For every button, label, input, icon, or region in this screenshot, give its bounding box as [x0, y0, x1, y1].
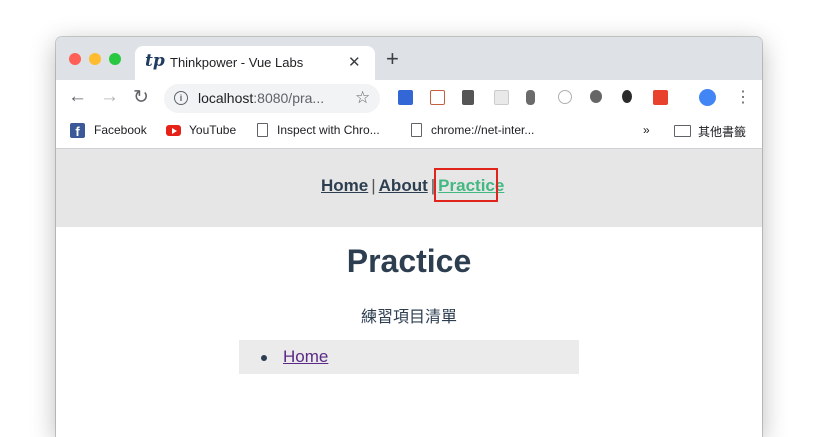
bookmark-other-folder[interactable]: 其他書籤: [698, 123, 746, 140]
nav-link-about[interactable]: About: [379, 176, 428, 195]
active-tab[interactable]: tp Thinkpower - Vue Labs ✕: [135, 46, 375, 80]
extension-calendar-icon[interactable]: [398, 90, 413, 105]
bookmark-net-internals[interactable]: chrome://net-inter...: [431, 123, 534, 137]
back-icon[interactable]: ←: [68, 86, 87, 108]
list-bullet: [261, 355, 267, 361]
minimize-window-button[interactable]: [89, 53, 101, 65]
page-subtitle: 練習項目清單: [360, 309, 457, 326]
extension-notes-icon[interactable]: [430, 90, 445, 105]
extension-grey-icon[interactable]: [494, 90, 509, 105]
youtube-icon: [166, 125, 181, 136]
highlight-box: [434, 168, 498, 202]
url-text[interactable]: localhost:8080/pra...: [198, 90, 324, 106]
forward-icon[interactable]: →: [100, 86, 119, 108]
browser-toolbar: ← → ↻ i localhost:8080/pra... ☆ ⋮: [56, 80, 762, 117]
site-nav: Home | About | Practice: [56, 149, 762, 227]
browser-window: tp Thinkpower - Vue Labs ✕ + ← → ↻ i loc…: [56, 37, 762, 437]
url-host: localhost: [198, 90, 254, 106]
page-icon: [411, 123, 422, 137]
facebook-icon: f: [70, 123, 85, 139]
extension-target-icon[interactable]: [558, 90, 572, 104]
bookmarks-bar: f Facebook YouTube Inspect with Chro... …: [56, 117, 762, 149]
practice-list: Home: [239, 340, 579, 374]
extension-eyedropper-icon[interactable]: [526, 90, 535, 105]
extension-columns-icon[interactable]: [462, 90, 474, 105]
list-item-link[interactable]: Home: [283, 347, 328, 367]
extension-red-icon[interactable]: [653, 90, 668, 105]
bookmark-youtube[interactable]: YouTube: [189, 123, 236, 137]
page-title: Practice: [346, 243, 472, 279]
maximize-window-button[interactable]: [109, 53, 121, 65]
extension-bug-icon[interactable]: [590, 90, 602, 103]
site-info-icon[interactable]: i: [174, 91, 188, 105]
extension-lightbulb-icon[interactable]: [622, 90, 632, 103]
address-bar[interactable]: i localhost:8080/pra... ☆: [164, 84, 380, 113]
close-window-button[interactable]: [69, 53, 81, 65]
menu-kebab-icon[interactable]: ⋮: [735, 87, 751, 107]
tab-strip: tp Thinkpower - Vue Labs ✕ +: [56, 37, 762, 80]
bookmark-inspect[interactable]: Inspect with Chro...: [277, 123, 380, 137]
profile-avatar-icon[interactable]: [699, 89, 716, 106]
reload-icon[interactable]: ↻: [133, 86, 149, 109]
bookmarks-overflow-button[interactable]: »: [643, 123, 650, 137]
page-icon: [257, 123, 268, 137]
nav-separator: |: [371, 176, 376, 195]
nav-link-home[interactable]: Home: [321, 176, 368, 195]
bookmark-star-icon[interactable]: ☆: [355, 88, 370, 108]
folder-icon: [674, 125, 691, 137]
site-favicon-icon: tp: [145, 51, 165, 71]
new-tab-button[interactable]: +: [386, 48, 399, 70]
page-content: Home | About | Practice Practice 練習項目清單 Home: [56, 149, 762, 437]
url-path: :8080/pra...: [253, 90, 325, 106]
tab-title: Thinkpower - Vue Labs: [170, 55, 304, 70]
tab-close-icon[interactable]: ✕: [348, 53, 361, 71]
bookmark-facebook[interactable]: Facebook: [94, 123, 147, 137]
